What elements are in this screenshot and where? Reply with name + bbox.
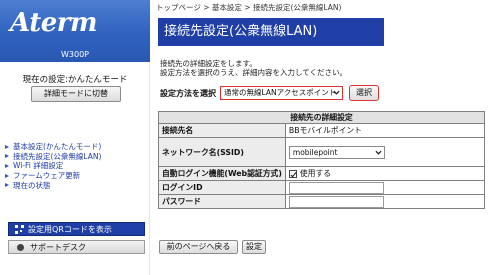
support-desk-button[interactable]: サポートデスク [8, 240, 145, 254]
aterm-logo: Aterm [10, 8, 97, 38]
sidebar: Aterm W300P 現在の設定:かんたんモード 詳細モードに切替 基本設定(… [0, 0, 150, 275]
table-heading: 接続先の詳細設定 [158, 111, 485, 124]
table-row: ネットワーク名(SSID) mobilepoint [158, 137, 486, 167]
description-line: 接続先の詳細設定をします。 [160, 59, 257, 68]
table-row: 自動ログイン機能(Web認証方式) 使用する [158, 166, 486, 181]
qr-code-icon [15, 224, 24, 234]
bullet-arrow-icon [5, 163, 9, 168]
select-method-button[interactable]: 選択 [349, 85, 379, 101]
table-row: ログインID [158, 180, 486, 195]
method-select-value: 通常の無線LANアクセスポイント [224, 88, 337, 97]
previous-page-button[interactable]: 前のページへ戻る [159, 240, 238, 254]
connection-name-value: BBモバイルポイント [284, 123, 486, 138]
show-qr-code-button[interactable]: 設定用QRコードを表示 [8, 222, 145, 236]
login-id-cell [284, 180, 486, 195]
chevron-down-icon [375, 150, 382, 155]
page-description: 接続先の詳細設定をします。 設定方法を選択のうえ、詳細内容を入力してください。 [160, 59, 347, 77]
ssid-select-value: mobilepoint [292, 147, 338, 157]
login-id-label: ログインID [158, 180, 286, 195]
bullet-arrow-icon [5, 154, 9, 159]
table-row: 接続先名 BBモバイルポイント [158, 123, 486, 138]
description-line: 設定方法を選択のうえ、詳細内容を入力してください。 [160, 68, 348, 77]
connection-details-table: 接続先の詳細設定 接続先名 BBモバイルポイント ネットワーク名(SSID) m… [158, 111, 486, 209]
sidebar-item-label: 現在の状態 [13, 180, 51, 190]
model-name: W300P [60, 50, 89, 59]
support-dot-icon [17, 243, 24, 251]
table-row: パスワード [158, 194, 486, 209]
password-cell [284, 194, 486, 209]
sidebar-item-status[interactable]: 現在の状態 [5, 180, 101, 190]
switch-detail-mode-button[interactable]: 詳細モードに切替 [31, 86, 121, 102]
auto-login-label: 自動ログイン機能(Web認証方式) [158, 166, 286, 181]
bullet-arrow-icon [5, 173, 9, 178]
page-title: 接続先設定(公衆無線LAN) [158, 18, 384, 46]
method-select[interactable]: 通常の無線LANアクセスポイント [220, 86, 343, 100]
password-input[interactable] [288, 195, 384, 208]
logo-banner: Aterm W300P [0, 0, 150, 62]
bullet-arrow-icon [5, 183, 9, 188]
qr-button-label: 設定用QRコードを表示 [28, 224, 112, 234]
current-mode-label: 現在の設定:かんたんモード [22, 75, 128, 85]
apply-settings-button[interactable]: 設定 [242, 240, 266, 254]
ssid-cell: mobilepoint [284, 137, 486, 167]
ssid-label: ネットワーク名(SSID) [158, 137, 286, 167]
login-id-input[interactable] [288, 181, 384, 194]
auto-login-checkbox[interactable] [288, 170, 297, 178]
sidebar-nav: 基本設定(かんたんモード) 接続先設定(公衆無線LAN) Wi-Fi 詳細設定 … [5, 142, 101, 190]
password-label: パスワード [158, 194, 286, 209]
bullet-arrow-icon [5, 144, 9, 149]
method-label: 設定方法を選択 [160, 89, 216, 98]
chevron-down-icon [333, 90, 340, 95]
auto-login-cell: 使用する [284, 166, 486, 181]
auto-login-checkbox-label: 使用する [299, 169, 332, 178]
ssid-select[interactable]: mobilepoint [288, 145, 385, 159]
breadcrumb: トップページ > 基本設定 > 接続先設定(公衆無線LAN) [156, 3, 342, 12]
support-button-label: サポートデスク [30, 242, 86, 252]
connection-name-label: 接続先名 [158, 123, 286, 138]
